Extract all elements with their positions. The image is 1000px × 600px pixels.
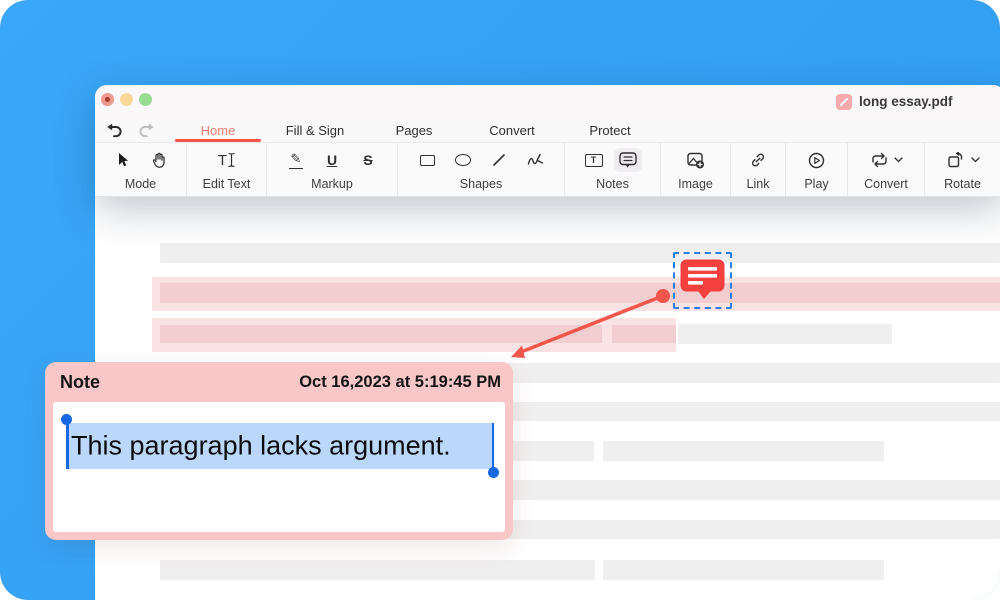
comment-annotation-icon[interactable] <box>680 259 725 300</box>
highlighted-text-line <box>160 283 1000 303</box>
redo-icon <box>138 123 155 138</box>
redo-button[interactable] <box>135 120 157 140</box>
toolbar-group-label: Edit Text <box>203 177 251 191</box>
text-box-tool-button[interactable]: T <box>584 148 604 172</box>
minimize-button[interactable] <box>120 93 133 106</box>
toolbar-group-edit-text: T Edit Text <box>187 143 267 196</box>
undo-icon <box>106 123 123 138</box>
toolbar-group-label: Notes <box>596 177 629 191</box>
note-popup[interactable]: Note Oct 16,2023 at 5:19:45 PM This para… <box>45 362 513 540</box>
window-controls <box>101 93 152 106</box>
rotate-icon <box>947 152 964 169</box>
toolbar-group-label: Rotate <box>944 177 981 191</box>
ellipse-icon <box>455 154 471 166</box>
edit-text-button[interactable]: T <box>217 148 237 172</box>
play-icon <box>808 152 825 169</box>
toolbar-group-play: Play <box>786 143 848 196</box>
toolbar-group-label: Markup <box>311 177 353 191</box>
toolbar-group-label: Shapes <box>460 177 502 191</box>
tab-protect[interactable]: Protect <box>589 118 630 143</box>
skeleton-line <box>678 324 892 344</box>
rectangle-icon <box>420 155 435 166</box>
note-text-area[interactable]: This paragraph lacks argument. <box>53 402 505 532</box>
selection-end-handle[interactable] <box>488 467 499 478</box>
selection-end-caret[interactable] <box>492 423 495 469</box>
skeleton-line <box>603 441 884 461</box>
line-tool-button[interactable] <box>489 148 509 172</box>
play-tool-button[interactable] <box>807 148 827 172</box>
strikethrough-icon: S <box>363 152 372 168</box>
image-tool-button[interactable] <box>686 148 706 172</box>
highlighted-text-line <box>612 325 676 343</box>
tab-bar: Home Fill & Sign Pages Convert Protect <box>95 118 1000 143</box>
note-tool-button-active[interactable] <box>614 148 642 172</box>
highlighter-icon: ✎ <box>289 152 304 169</box>
comment-icon <box>619 152 637 168</box>
ellipse-tool-button[interactable] <box>453 148 473 172</box>
rectangle-tool-button[interactable] <box>417 148 437 172</box>
toolbar-group-link: Link <box>731 143 786 196</box>
toolbar-group-image: Image <box>661 143 731 196</box>
freehand-icon <box>527 153 544 167</box>
selection-start-caret[interactable] <box>66 423 69 469</box>
note-popup-title: Note <box>60 372 100 393</box>
chevron-down-icon <box>971 157 980 163</box>
strikethrough-button[interactable]: S <box>358 148 378 172</box>
text-cursor-icon <box>228 152 235 168</box>
toolbar-group-label: Play <box>804 177 828 191</box>
toolbar-group-label: Link <box>747 177 770 191</box>
highlighter-button[interactable]: ✎ <box>286 148 306 172</box>
skeleton-line <box>160 243 1000 263</box>
underline-icon: U <box>327 152 337 168</box>
undo-button[interactable] <box>103 120 125 140</box>
freehand-tool-button[interactable] <box>525 148 545 172</box>
hand-tool-button[interactable] <box>149 148 169 172</box>
rotate-tool-button[interactable] <box>946 148 966 172</box>
link-tool-button[interactable] <box>748 148 768 172</box>
toolbar-group-label: Mode <box>125 177 156 191</box>
underline-button[interactable]: U <box>322 148 342 172</box>
pdf-file-icon <box>836 94 852 110</box>
edit-text-icon: T <box>218 152 227 169</box>
note-popup-header: Note Oct 16,2023 at 5:19:45 PM <box>45 362 513 402</box>
comment-annotation-selection[interactable] <box>673 252 732 309</box>
highlighted-text-line <box>160 325 602 343</box>
tab-convert[interactable]: Convert <box>489 118 535 143</box>
convert-tool-button[interactable] <box>869 148 889 172</box>
toolbar-group-markup: ✎ U S Markup <box>267 143 398 196</box>
text-box-icon: T <box>585 154 603 167</box>
toolbar-group-mode: Mode <box>95 143 187 196</box>
convert-icon <box>870 152 889 168</box>
selected-text-highlight[interactable]: This paragraph lacks argument. <box>67 423 493 469</box>
chevron-down-icon <box>894 157 903 163</box>
note-timestamp: Oct 16,2023 at 5:19:45 PM <box>299 373 501 392</box>
skeleton-line <box>160 560 595 580</box>
toolbar-group-rotate: Rotate <box>925 143 1000 196</box>
tab-pages[interactable]: Pages <box>396 118 433 143</box>
toolbar-group-label: Image <box>678 177 713 191</box>
note-text[interactable]: This paragraph lacks argument. <box>71 431 451 462</box>
toolbar-group-label: Convert <box>864 177 908 191</box>
image-icon <box>687 152 705 169</box>
active-tab-indicator <box>175 139 261 142</box>
pointer-tool-button[interactable] <box>113 148 133 172</box>
app-frame: long essay.pdf Home Fill & Sign Pages Co… <box>0 0 1000 600</box>
skeleton-line <box>603 560 884 580</box>
toolbar-group-convert: Convert <box>848 143 925 196</box>
hand-icon <box>151 152 167 169</box>
cursor-icon <box>115 152 130 168</box>
toolbar-group-shapes: Shapes <box>398 143 565 196</box>
zoom-button[interactable] <box>139 93 152 106</box>
link-icon <box>750 152 766 168</box>
toolbar-group-notes: T Notes <box>565 143 661 196</box>
line-icon <box>492 153 506 167</box>
close-button[interactable] <box>101 93 114 106</box>
toolbar: Mode T Edit Text ✎ U S Markup <box>95 143 1000 197</box>
tab-fill-sign[interactable]: Fill & Sign <box>286 118 345 143</box>
document-title: long essay.pdf <box>859 94 953 109</box>
selection-start-handle[interactable] <box>61 414 72 425</box>
